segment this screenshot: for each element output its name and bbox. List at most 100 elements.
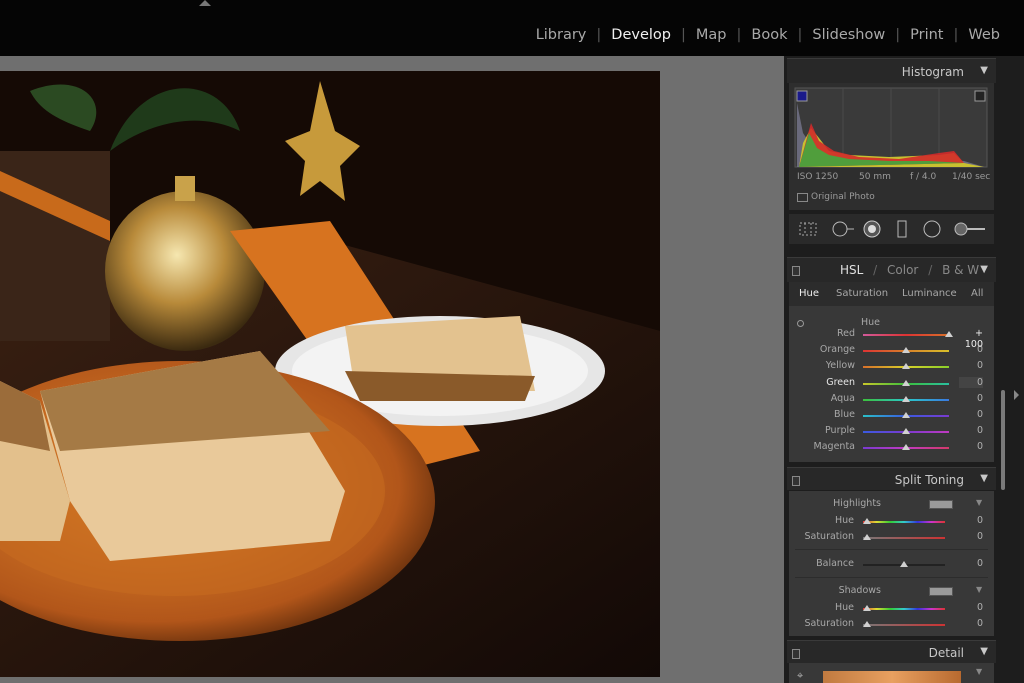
iso-readout: ISO 1250 — [797, 172, 839, 182]
shadow-hue-thumb[interactable] — [863, 605, 871, 611]
shadow-clipping-icon[interactable] — [796, 90, 808, 102]
shadow-saturation-slider[interactable] — [863, 624, 945, 626]
hsl-row-value[interactable]: 0 — [959, 344, 983, 355]
crop-grid-icon[interactable] — [799, 220, 817, 238]
detail-target-icon[interactable]: ⌖ — [797, 669, 803, 683]
hsl-row-label: Orange — [819, 344, 855, 356]
highlight-clipping-icon[interactable] — [974, 90, 986, 102]
tab-hue[interactable]: Hue — [799, 288, 819, 299]
graduated-filter-icon[interactable] — [893, 220, 911, 238]
hsl-row-value[interactable]: 0 — [959, 393, 983, 404]
hsl-tab-color[interactable]: Color — [887, 263, 918, 277]
module-web[interactable]: Web — [958, 27, 1010, 43]
detail-preview-thumbnail — [823, 671, 961, 683]
hsl-row-label: Blue — [833, 409, 855, 420]
aperture-readout: f / 4.0 — [910, 172, 937, 182]
module-slideshow[interactable]: Slideshow — [802, 27, 895, 43]
hsl-row-value[interactable]: 0 — [959, 425, 983, 436]
highlight-hue-thumb[interactable] — [863, 518, 871, 524]
detail-title: Detail — [928, 646, 964, 660]
highlights-picker-icon[interactable]: ▼ — [976, 498, 982, 507]
module-print[interactable]: Print — [900, 27, 953, 43]
targeted-adjustment-icon[interactable] — [797, 320, 804, 327]
photo-illustration — [0, 71, 660, 677]
histogram-graph[interactable] — [789, 83, 994, 210]
right-panel-scrollbar[interactable] — [1001, 390, 1005, 490]
hsl-row-value[interactable]: 0 — [959, 409, 983, 420]
module-library[interactable]: Library — [526, 27, 597, 43]
module-map[interactable]: Map — [686, 27, 737, 43]
histogram-header[interactable]: Histogram ▼ — [787, 58, 996, 83]
detail-preview-toggle-icon[interactable]: ▼ — [976, 667, 982, 676]
module-picker-bar: Library | Develop | Map | Book | Slideshow | … — [0, 0, 1024, 56]
red-eye-icon[interactable] — [863, 220, 881, 238]
hsl-tab-hsl[interactable]: HSL — [840, 263, 863, 277]
highlight-hue-label: Hue — [834, 515, 854, 526]
tab-saturation[interactable]: Saturation — [836, 288, 888, 299]
detail-header[interactable]: Detail ▼ — [787, 640, 996, 663]
hsl-header[interactable]: HSL / Color / B & W ▼ — [787, 257, 996, 282]
focal-length-readout: 50 mm — [859, 172, 891, 182]
highlights-swatch[interactable] — [929, 500, 953, 509]
shadow-hue-value[interactable]: 0 — [959, 602, 983, 613]
hsl-row-thumb[interactable] — [902, 363, 910, 370]
hsl-row-thumb[interactable] — [945, 331, 953, 337]
hsl-row-thumb[interactable] — [902, 379, 910, 386]
photo-preview[interactable] — [0, 71, 660, 677]
collapse-triangle-icon[interactable]: ▼ — [980, 65, 988, 76]
top-panel-toggle-icon[interactable] — [199, 0, 211, 6]
hsl-row-label: Green — [826, 376, 855, 388]
hsl-row-label: Yellow — [825, 360, 855, 372]
collapse-triangle-icon[interactable]: ▼ — [980, 264, 988, 275]
balance-label: Balance — [816, 558, 854, 569]
original-photo-checkbox-icon[interactable] — [797, 193, 808, 202]
tab-all[interactable]: All — [971, 288, 983, 299]
hsl-row-thumb[interactable] — [902, 412, 910, 418]
hsl-row-value[interactable]: 0 — [959, 441, 983, 452]
balance-value[interactable]: 0 — [959, 558, 983, 569]
hsl-row-label: Purple — [824, 425, 855, 437]
shadows-swatch[interactable] — [929, 587, 953, 596]
hsl-row-thumb[interactable] — [902, 428, 910, 435]
shadows-label: Shadows — [838, 585, 881, 596]
spot-removal-icon[interactable] — [831, 220, 855, 238]
highlight-hue-slider[interactable] — [863, 521, 945, 523]
collapse-triangle-icon[interactable]: ▼ — [980, 473, 988, 484]
hsl-row-thumb[interactable] — [902, 347, 910, 354]
highlight-hue-value[interactable]: 0 — [959, 515, 983, 526]
adjustment-brush-icon[interactable] — [953, 220, 987, 238]
hsl-tab-bw[interactable]: B & W — [942, 263, 979, 277]
detail-panel: ⌖ ▼ — [789, 663, 994, 683]
shadows-picker-icon[interactable]: ▼ — [976, 585, 982, 594]
split-toning-title: Split Toning — [894, 473, 964, 487]
highlight-saturation-thumb[interactable] — [863, 534, 871, 540]
shadow-saturation-label: Saturation — [804, 618, 854, 629]
hsl-row-thumb[interactable] — [902, 395, 910, 402]
split-toning-header[interactable]: Split Toning ▼ — [787, 467, 996, 490]
hsl-row-value[interactable]: 0 — [959, 360, 983, 371]
highlight-saturation-label: Saturation — [804, 531, 854, 542]
shadow-hue-slider[interactable] — [863, 608, 945, 610]
balance-thumb[interactable] — [900, 561, 908, 567]
hsl-row-slider[interactable] — [863, 334, 949, 336]
collapse-triangle-icon[interactable]: ▼ — [980, 646, 988, 657]
hue-section-label: Hue — [861, 317, 881, 328]
hsl-row-thumb[interactable] — [902, 444, 910, 451]
highlight-saturation-slider[interactable] — [863, 537, 945, 539]
panel-switch-icon[interactable] — [792, 266, 800, 276]
split-toning-panel: Highlights ▼ Hue 0 Saturation 0 Balance … — [789, 491, 994, 636]
hsl-row-value[interactable]: 0 — [959, 376, 983, 388]
tab-luminance[interactable]: Luminance — [902, 288, 957, 299]
module-develop[interactable]: Develop — [601, 27, 681, 43]
hsl-row-label: Magenta — [813, 441, 855, 453]
right-panel-toggle-icon[interactable] — [1014, 390, 1019, 400]
panel-switch-icon[interactable] — [792, 476, 800, 486]
module-book[interactable]: Book — [741, 27, 797, 43]
highlight-saturation-value[interactable]: 0 — [959, 531, 983, 542]
radial-filter-icon[interactable] — [923, 220, 941, 238]
hsl-row-label: Red — [836, 328, 855, 339]
panel-switch-icon[interactable] — [792, 649, 800, 659]
shadow-saturation-thumb[interactable] — [863, 621, 871, 627]
shadow-saturation-value[interactable]: 0 — [959, 618, 983, 629]
histogram-panel: ISO 1250 50 mm f / 4.0 1/40 sec Original… — [789, 83, 994, 210]
